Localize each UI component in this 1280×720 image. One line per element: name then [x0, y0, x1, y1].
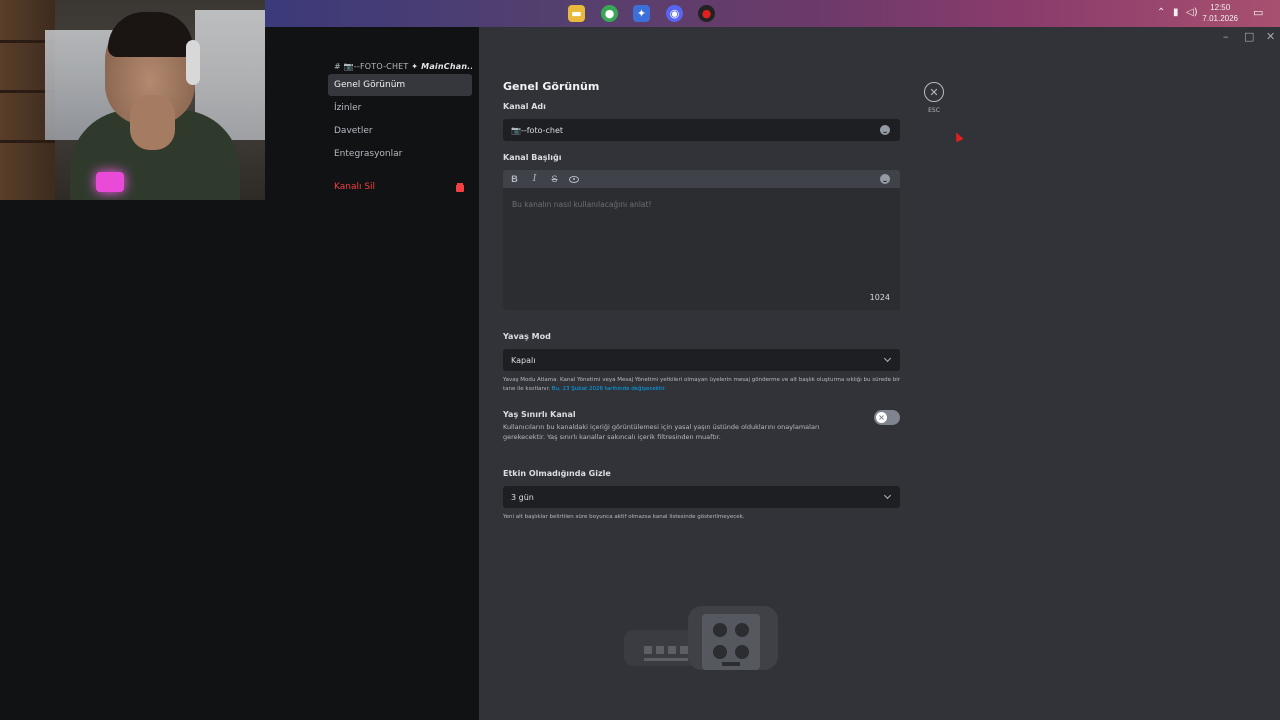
sidebar-header: # 📷--FOTO-CHET ✦ MainChan... — [328, 60, 472, 74]
sidebar-item-invites[interactable]: Davetler — [328, 120, 472, 142]
hide-inactive-value: 3 gün — [511, 492, 534, 502]
volume-icon[interactable]: ◁) — [1186, 7, 1198, 18]
battery-icon[interactable]: ▮ — [1173, 7, 1179, 18]
hide-inactive-select[interactable]: 3 gün — [503, 486, 900, 508]
headset — [186, 40, 200, 85]
slowmode-label: Yavaş Mod — [503, 332, 551, 341]
sidebar-header-category: ✦ MainChan... — [411, 62, 472, 71]
toggle-off-icon: × — [876, 412, 887, 423]
chevron-down-icon — [883, 354, 892, 363]
decorative-illustration — [624, 606, 778, 670]
clock-time: 12:50 — [1210, 3, 1231, 12]
emoji-icon[interactable] — [880, 125, 890, 135]
overview-form: Genel Görünüm Kanal Adı 📷--foto-chet Kan… — [503, 80, 900, 522]
topic-textarea[interactable]: Bu kanalın nasıl kullanılacağını anlat! … — [503, 188, 900, 310]
slowmode-select[interactable]: Kapalı — [503, 349, 900, 371]
rgb-light — [96, 172, 124, 192]
notification-icon[interactable]: ▭ — [1253, 6, 1263, 19]
sidebar-header-channel: # 📷--FOTO-CHET — [334, 62, 409, 71]
taskbar: ▬ ● ✦ ◉ ● ⌃ ▮ ◁) 12:50 7.01.2026 ▭ — [265, 0, 1280, 27]
screen: ▬ ● ✦ ◉ ● ⌃ ▮ ◁) 12:50 7.01.2026 ▭ – □ ✕… — [0, 0, 1280, 720]
age-restricted-row: Yaş Sınırlı Kanal Kullanıcıların bu kana… — [503, 410, 900, 442]
delete-channel-button[interactable]: Kanalı Sil — [328, 176, 472, 198]
topic-emoji-icon[interactable] — [880, 174, 890, 184]
webcam-overlay — [0, 0, 265, 200]
channel-name-input[interactable]: 📷--foto-chet — [503, 119, 900, 141]
topic-placeholder: Bu kanalın nasıl kullanılacağını anlat! — [512, 200, 652, 209]
person-hair — [108, 12, 193, 57]
bold-icon[interactable]: B — [509, 174, 520, 184]
slowmode-help-link[interactable]: Bu, 23 Şubat 2026 tarihinde değişecektir… — [552, 386, 666, 392]
discord-icon[interactable]: ◉ — [666, 5, 683, 22]
topic-label: Kanal Başlığı — [503, 153, 562, 162]
hide-inactive-label: Etkin Olmadığında Gizle — [503, 469, 611, 478]
close-icon[interactable]: ✕ — [924, 82, 944, 102]
hide-inactive-help: Yeni alt başlıklar belirtilen süre boyun… — [503, 514, 745, 520]
file-explorer-icon[interactable]: ▬ — [568, 5, 585, 22]
left-backdrop — [0, 200, 265, 720]
delete-channel-label: Kanalı Sil — [334, 182, 376, 192]
sidebar-divider — [328, 166, 472, 176]
slowmode-value: Kapalı — [511, 355, 536, 365]
clock-date: 7.01.2026 — [1202, 14, 1238, 23]
sidebar-backdrop-lower — [265, 200, 479, 720]
app-icon[interactable]: ✦ — [633, 5, 650, 22]
page-title: Genel Görünüm — [503, 80, 600, 93]
slowmode-help: Yavaş Modu Atlama. Kanal Yönetimi veya M… — [503, 376, 900, 394]
italic-icon[interactable]: I — [529, 174, 540, 184]
taskbar-clock[interactable]: 12:50 7.01.2026 — [1202, 2, 1238, 24]
trash-icon — [456, 182, 464, 192]
close-settings: ✕ ESC — [923, 82, 945, 114]
record-icon[interactable]: ● — [698, 5, 715, 22]
maximize-icon[interactable]: □ — [1244, 30, 1254, 43]
channel-name-label: Kanal Adı — [503, 102, 546, 111]
spoiler-eye-icon[interactable] — [569, 175, 579, 183]
sidebar-item-integrations[interactable]: Entegrasyonlar — [328, 143, 472, 165]
person-hand — [130, 95, 175, 150]
age-restricted-description: Kullanıcıların bu kanaldaki içeriği görü… — [503, 423, 820, 441]
strikethrough-icon[interactable]: S — [549, 174, 560, 184]
esc-hint: ESC — [928, 107, 940, 114]
topic-char-counter: 1024 — [869, 293, 890, 302]
topic-toolbar: B I S — [503, 170, 900, 188]
chevron-down-icon — [883, 491, 892, 500]
sidebar-item-permissions[interactable]: İzinler — [328, 97, 472, 119]
chrome-icon[interactable]: ● — [601, 5, 618, 22]
age-restricted-toggle[interactable]: × — [874, 410, 900, 425]
chevron-up-icon[interactable]: ⌃ — [1157, 7, 1165, 18]
close-window-icon[interactable]: ✕ — [1266, 30, 1275, 43]
sidebar-item-overview[interactable]: Genel Görünüm — [328, 74, 472, 96]
channel-name-value: 📷--foto-chet — [511, 125, 564, 135]
settings-sidebar: # 📷--FOTO-CHET ✦ MainChan... Genel Görün… — [328, 60, 472, 199]
age-restricted-title: Yaş Sınırlı Kanal — [503, 410, 576, 419]
minimize-icon[interactable]: – — [1223, 30, 1229, 43]
